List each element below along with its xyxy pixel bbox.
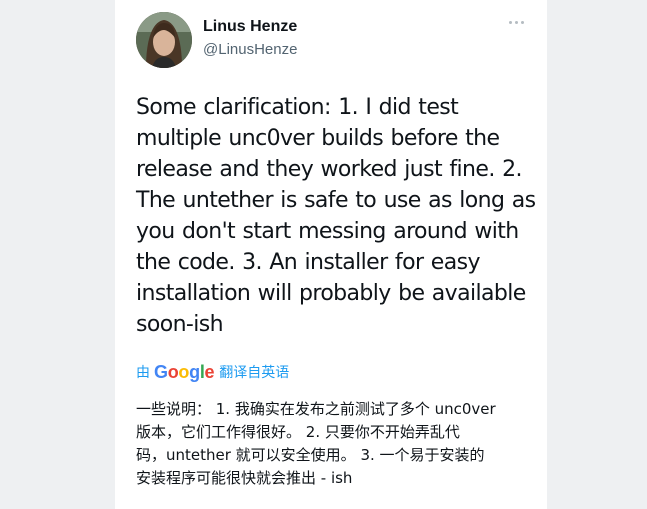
translated-line: 安装程序可能很快就会推出 - ish	[136, 469, 353, 487]
tweet-line: you don't start messing around with	[136, 219, 519, 244]
translated-from-label: 翻译自英语	[219, 365, 290, 381]
tweet-line: the code. 3. An installer for easy	[136, 250, 480, 275]
tweet-card: Linus Henze @LinusHenze Some clarificati…	[115, 0, 547, 509]
tweet-line: installation will probably be available	[136, 281, 526, 306]
profile-photo	[136, 12, 192, 68]
tweet-line: release and they worked just fine. 2.	[136, 157, 523, 182]
more-options-button[interactable]	[509, 18, 525, 26]
translated-line: 码，untether 就可以安全使用。 3. 一个易于安装的	[136, 446, 485, 464]
translate-link[interactable]: 由 Google 翻译自英语	[136, 361, 289, 383]
translated-line: 一些说明： 1. 我确实在发布之前测试了多个 unc0ver	[136, 400, 496, 418]
translated-by-label: 由	[136, 365, 150, 381]
more-horizontal-icon	[509, 20, 512, 24]
translated-text: 一些说明： 1. 我确实在发布之前测试了多个 unc0ver 版本，它们工作得很…	[136, 398, 536, 490]
translated-line: 版本，它们工作得很好。 2. 只要你不开始弄乱代	[136, 423, 460, 441]
tweet-line: soon-ish	[136, 312, 224, 337]
tweet-text: Some clarification: 1. I did test multip…	[136, 92, 536, 340]
author-name[interactable]: Linus Henze	[203, 18, 297, 36]
avatar[interactable]	[136, 12, 192, 68]
author-handle[interactable]: @LinusHenze	[203, 41, 297, 58]
tweet-line: The untether is safe to use as long as	[136, 188, 536, 213]
tweet-line: multiple unc0ver builds before the	[136, 126, 500, 151]
tweet-line: Some clarification: 1. I did test	[136, 95, 459, 120]
google-logo: Google	[154, 361, 215, 382]
